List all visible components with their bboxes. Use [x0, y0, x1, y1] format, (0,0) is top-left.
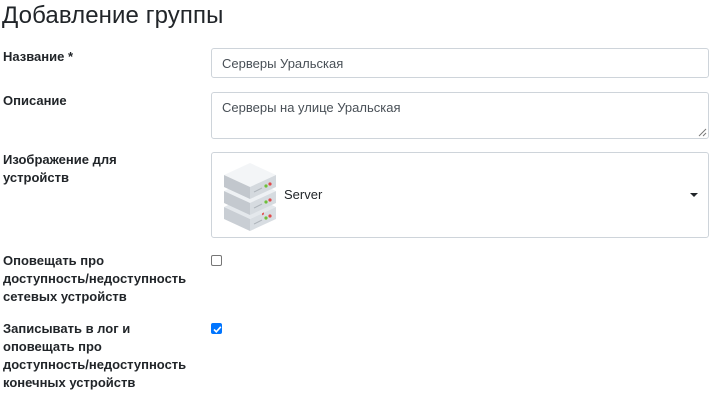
log-endpoint-label-line: доступность/недоступность [3, 357, 187, 372]
caret-down-icon[interactable] [690, 193, 698, 197]
log-endpoint-label: Записывать в лог и оповещать про доступн… [3, 320, 186, 392]
add-group-page: Добавление группы Название * Описание Се… [0, 0, 714, 402]
notify-network-checkbox[interactable] [211, 255, 222, 266]
image-label-line: устройств [3, 170, 69, 185]
name-input[interactable] [211, 48, 709, 78]
resize-grip-icon[interactable] [697, 127, 707, 137]
server-rack-icon [224, 163, 276, 231]
notify-network-label-line: Оповещать про [3, 253, 105, 268]
log-endpoint-label-line: оповещать про [3, 339, 102, 354]
device-image-select[interactable]: Server [211, 152, 709, 238]
name-label: Название * [3, 49, 74, 64]
image-label: Изображение для устройств [3, 151, 117, 187]
image-select-value: Server [284, 187, 323, 202]
log-endpoint-label-line: Записывать в лог и [3, 321, 131, 336]
log-endpoint-checkbox[interactable] [211, 323, 222, 334]
image-label-line: Изображение для [3, 152, 117, 167]
log-endpoint-label-line: конечных устройств [3, 375, 136, 390]
notify-network-label-line: сетевых устройств [3, 289, 127, 304]
description-textarea[interactable]: Серверы на улице Уральская [211, 92, 709, 139]
notify-network-label: Оповещать про доступность/недоступность … [3, 252, 186, 306]
description-label: Описание [3, 93, 67, 108]
page-title: Добавление группы [2, 2, 224, 29]
check-icon [213, 326, 222, 333]
notify-network-label-line: доступность/недоступность [3, 271, 187, 286]
